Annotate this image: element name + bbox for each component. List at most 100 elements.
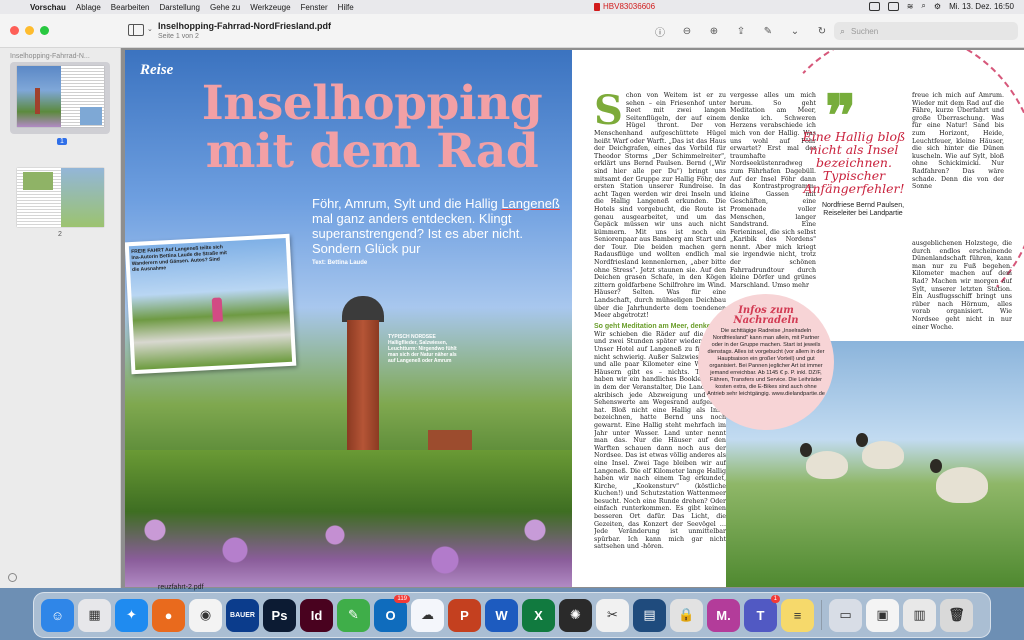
recording-indicator[interactable]: HBV83036606 [594, 2, 655, 11]
toolbar: ⓘ ⊖ ⊕ ⇪ ✎ ⌄ ↻ Ⓐ [652, 23, 857, 39]
menu-hilfe[interactable]: Hilfe [338, 3, 354, 12]
status-area: ≋ ⌕ ⚙ Mi. 13. Dez. 16:50 [868, 1, 1014, 11]
info-box: Infos zum Nachradeln Die achttägige Radr… [698, 294, 834, 430]
control-center-icon[interactable]: ⚙ [934, 2, 941, 11]
dock-word-icon[interactable]: W [485, 598, 518, 632]
info-icon[interactable]: ⓘ [652, 23, 668, 39]
dock-separator [821, 600, 822, 630]
sheep [800, 443, 848, 479]
dock-trash-icon[interactable]: 🗑 [940, 598, 973, 632]
info-text: Die achttägige Radreise „Inselradeln Nor… [707, 328, 825, 397]
recording-icon [594, 2, 600, 11]
dock-lock-icon[interactable]: 🔒 [670, 598, 703, 632]
window-controls [10, 26, 49, 35]
dock-outlook-icon[interactable]: O 119 [374, 594, 410, 632]
dock: ☺ ▦ ✦ ● ◉ BAUER Ps Id ✎ O 119 ☁ P W X ✺ ✂ ▤ 🔒 M. T 1 ≡ ▭ ▣ ▥ 🗑 [33, 592, 991, 638]
article-headline: Inselhopping mit dem Rad [187, 80, 557, 176]
document-canvas[interactable]: Reise Inselhopping mit dem Rad Föhr, Amr… [121, 48, 1024, 588]
notification-badge: 1 [770, 594, 780, 603]
page-left: Reise Inselhopping mit dem Rad Föhr, Amr… [125, 50, 572, 587]
share-icon[interactable]: ⇪ [733, 23, 749, 39]
article-subhead: Föhr, Amrum, Sylt und die Hallig Langene… [312, 196, 560, 256]
lighthouse [347, 320, 379, 450]
fullscreen-button[interactable] [40, 26, 49, 35]
thumbnail-image [60, 168, 104, 227]
lighthouse-caption: TYPISCH NORDSEE Halligflieder, Salzwiese… [388, 334, 457, 364]
headline-line-1: Inselhopping [201, 76, 543, 131]
markup-chevron-icon[interactable]: ⌄ [787, 23, 803, 39]
dock-firefox-icon[interactable]: ● [152, 598, 185, 632]
subhead-underlined: Langeneß [501, 196, 560, 211]
zoom-in-icon[interactable]: ⊕ [706, 23, 722, 39]
sidebar-toggle-icon[interactable] [128, 24, 144, 36]
headline-line-2: mit dem Rad [205, 124, 539, 179]
display-icon[interactable] [868, 1, 880, 11]
menu-darstellung[interactable]: Darstellung [160, 3, 200, 12]
cyclist [211, 297, 223, 322]
dock-safari-icon[interactable]: ✦ [115, 598, 148, 632]
menu-werkzeuge[interactable]: Werkzeuge [250, 3, 290, 12]
search-menubar-icon[interactable]: ⌕ [921, 1, 925, 11]
cyclist-photo: FREIE FAHRT Auf Langeneß teilte sich Ina… [125, 233, 297, 375]
menu-ablage[interactable]: Ablage [76, 3, 101, 12]
dock-powerpoint-icon[interactable]: P [448, 598, 481, 632]
sheep [930, 459, 988, 503]
flowers [125, 490, 572, 587]
thumbnail-text [17, 168, 61, 227]
dock-pencil-icon[interactable]: ✎ [337, 598, 370, 632]
page-number-1: 1 [57, 138, 67, 145]
chevron-down-icon[interactable]: ⌄ [147, 25, 153, 33]
page-thumbnail-2[interactable] [17, 168, 104, 227]
sidebar-title: Inselhopping-Fahrrad-N... [10, 53, 90, 60]
text-column-4: ausgeblichenen Holzstege, die durch endl… [912, 240, 1012, 330]
dock-archive-icon[interactable]: ▤ [633, 598, 666, 632]
page-thumbnail-1[interactable] [17, 66, 104, 127]
subhead-part-2: mal ganz anders entdecken. Klingt supera… [312, 211, 524, 256]
rotate-icon[interactable]: ↻ [814, 23, 830, 39]
dock-chrome-icon[interactable]: ◉ [189, 598, 222, 632]
dock-finder-icon[interactable]: ☺ [41, 598, 74, 632]
dock-preview-icon[interactable]: ▣ [866, 598, 899, 632]
menu-fenster[interactable]: Fenster [301, 3, 328, 12]
dock-color-wheel-icon[interactable]: ✺ [559, 598, 592, 632]
dock-scissors-icon[interactable]: ✂ [596, 598, 629, 632]
document-title: Inselhopping-Fahrrad-NordFriesland.pdf [158, 21, 331, 31]
zoom-out-icon[interactable]: ⊖ [679, 23, 695, 39]
close-button[interactable] [10, 26, 19, 35]
wifi-icon[interactable]: ≋ [907, 2, 914, 11]
photo-caption: FREIE FAHRT Auf Langeneß teilte sich Ina… [131, 244, 228, 274]
dock-indesign-icon[interactable]: Id [300, 598, 333, 632]
menu-app[interactable]: Vorschau [30, 3, 66, 12]
search-field[interactable]: ⌕ Suchen [834, 22, 1018, 40]
dock-notes-icon[interactable]: ≡ [781, 598, 814, 632]
minimize-button[interactable] [25, 26, 34, 35]
dock-excel-icon[interactable]: X [522, 598, 555, 632]
sidebar-options-icon[interactable] [8, 573, 17, 582]
quote-attribution: Nordfriese Bernd Paulsen, Reiseleiter be… [821, 202, 905, 217]
battery-icon[interactable] [887, 1, 899, 11]
dock-onedrive-icon[interactable]: ☁ [411, 598, 444, 632]
page-right: Schon von Weitem ist er zu sehen – ein F… [572, 50, 1024, 587]
subhead-part-1: Föhr, Amrum, Sylt und die Hallig [312, 196, 502, 211]
title-bar: ⌄ Inselhopping-Fahrrad-NordFriesland.pdf… [0, 14, 1024, 48]
page-indicator: Seite 1 von 2 [158, 33, 199, 40]
dock-screen-icon[interactable]: ▭ [829, 598, 862, 632]
dock-mail-m-icon[interactable]: M. [707, 598, 740, 632]
dock-hover-label: reuzfahrt-2.pdf [158, 584, 204, 591]
thumbnail-text [60, 66, 104, 127]
byline: Text: Bettina Laude [312, 260, 368, 266]
dock-bauer-icon[interactable]: BAUER [226, 598, 259, 632]
sheep [856, 433, 904, 469]
dock-teams-icon[interactable]: T1 [744, 594, 780, 632]
dock-photoshop-icon[interactable]: Ps [263, 598, 296, 632]
dock-launchpad-icon[interactable]: ▦ [78, 598, 111, 632]
preview-window: ⌄ Inselhopping-Fahrrad-NordFriesland.pdf… [0, 14, 1024, 588]
markup-icon[interactable]: ✎ [760, 23, 776, 39]
page-number-2: 2 [58, 231, 62, 238]
recording-label: HBV83036606 [603, 2, 656, 11]
thumbnail-image [17, 66, 61, 127]
dock-downloads-icon[interactable]: ▥ [903, 598, 936, 632]
menu-bearbeiten[interactable]: Bearbeiten [111, 3, 150, 12]
menubar-clock[interactable]: Mi. 13. Dez. 16:50 [949, 2, 1014, 11]
menu-gehe-zu[interactable]: Gehe zu [210, 3, 240, 12]
